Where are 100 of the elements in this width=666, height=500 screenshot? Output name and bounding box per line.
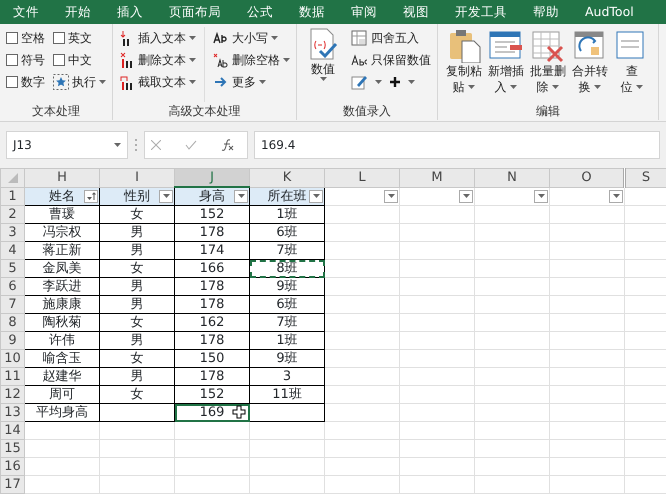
caret-icon [189,80,196,84]
checkbox-label[interactable]: 数字 [21,73,45,91]
column-header[interactable]: M [400,168,474,187]
checkbox-label[interactable]: 英文 [68,29,92,47]
row-header[interactable]: 15 [0,440,24,458]
caret-icon [162,194,170,198]
filter-button[interactable] [159,190,173,202]
table-cell: 1班 [276,206,298,222]
row-header[interactable]: 5 [0,260,24,278]
ribbon-big-button[interactable]: 新增插 入 [486,27,526,102]
table-cell: 6班 [276,224,298,240]
menu-tab[interactable]: 帮助 [520,0,572,24]
row-header[interactable]: 4 [0,242,24,260]
ribbon-button[interactable]: 删除空格 [232,51,280,69]
filter-button[interactable] [609,190,623,202]
numeric-button[interactable]: 数值 [311,61,335,77]
column-header[interactable]: I [100,168,174,187]
checkbox-square[interactable] [6,32,18,44]
grip-icon [134,138,138,152]
menu-tab[interactable]: AudTool [572,0,647,24]
ribbon-big-button[interactable]: 查 位 [612,27,652,102]
table-cell: 许伟 [49,332,75,348]
table-cell: 男 [130,278,144,294]
filter-button[interactable] [309,190,323,202]
check-icon [185,140,197,150]
caret-icon [636,85,644,90]
filter-button[interactable] [384,190,398,202]
table-cell: 178 [200,224,224,240]
name-box[interactable]: J13 [6,131,128,159]
column-title: 姓名 [49,188,75,205]
row-header[interactable]: 6 [0,278,24,296]
run-button[interactable]: 执行 [72,73,96,91]
table-cell: 女 [130,314,144,330]
checkbox-square[interactable] [6,76,18,88]
row-header[interactable]: 7 [0,296,24,314]
table-cell: 178 [200,296,224,312]
menu-tab[interactable]: 页面布局 [156,0,234,24]
table-cell: 8班 [276,260,298,276]
table-cell: 陶秋菊 [42,314,82,330]
active-cell[interactable]: 169 [174,404,250,422]
ribbon-big-button[interactable]: 批量删 除 [528,27,568,102]
table-cell: 男 [130,368,144,384]
table-cell: 男 [130,224,144,240]
filter-button[interactable] [234,190,248,203]
ribbon-big-button[interactable]: 复制粘 贴 [444,27,484,102]
table-cell: 3 [282,368,292,384]
checkbox-label[interactable]: 空格 [21,29,45,47]
filter-button[interactable] [534,190,548,202]
column-header[interactable]: K [250,168,324,187]
menu-tab[interactable]: 审阅 [338,0,390,24]
column-header[interactable]: S [624,168,666,187]
checkbox-square[interactable] [53,54,65,66]
filter-button[interactable] [459,190,473,202]
row-header[interactable]: 14 [0,422,24,440]
column-header[interactable]: O [550,168,624,187]
row-header[interactable]: 3 [0,224,24,242]
menu-tab[interactable]: 文件 [0,0,52,24]
column-header[interactable]: H [24,168,100,187]
table-cell: 7班 [276,242,298,258]
ribbon-button[interactable]: 截取文本 [138,73,186,91]
row-header[interactable]: 1 [0,187,24,206]
row-header[interactable]: 12 [0,386,24,404]
checkbox-label[interactable]: 中文 [68,51,92,69]
row-header[interactable]: 10 [0,350,24,368]
menu-tab[interactable]: 公式 [234,0,286,24]
row-header[interactable]: 8 [0,314,24,332]
sort-filter-icon [86,192,96,200]
caret-icon [189,58,196,62]
column-header[interactable]: N [474,168,550,187]
formula-field[interactable]: 169.4 [254,131,660,159]
table-cell: 冯宗权 [42,224,82,240]
checkbox-square[interactable] [6,54,18,66]
menu-tab[interactable]: 开始 [52,0,104,24]
table-cell: 平均身高 [36,404,88,420]
caret-icon [283,58,290,62]
row-header[interactable]: 16 [0,458,24,476]
ribbon-button[interactable]: 四舍五入 [371,29,419,47]
ribbon-button[interactable]: 只保留数值 [371,51,431,69]
menu-tab[interactable]: 视图 [390,0,442,24]
row-header[interactable]: 17 [0,476,24,494]
ribbon-button[interactable]: 插入文本 [138,29,186,47]
checkbox-square[interactable] [53,32,65,44]
table-cell: 6班 [276,296,298,312]
menu-tab[interactable]: 插入 [104,0,156,24]
caret-icon [552,85,560,90]
ribbon-button[interactable]: 删除文本 [138,51,186,69]
menu-tab[interactable]: 数据 [286,0,338,24]
ribbon-button[interactable]: 更多 [232,73,256,91]
ribbon-big-button[interactable]: 合并转 换 [570,27,610,102]
column-header[interactable]: J [174,168,250,187]
row-header[interactable]: 13 [0,404,24,422]
ribbon-button[interactable]: 大小写 [232,29,268,47]
checkbox-label[interactable]: 符号 [21,51,45,69]
sort-filter-button[interactable] [84,190,98,202]
column-header[interactable]: L [324,168,400,187]
row-header[interactable]: 11 [0,368,24,386]
caret-icon [612,194,620,198]
menu-tab[interactable]: 开发工具 [442,0,520,24]
row-header[interactable]: 2 [0,206,24,224]
row-header[interactable]: 9 [0,332,24,350]
